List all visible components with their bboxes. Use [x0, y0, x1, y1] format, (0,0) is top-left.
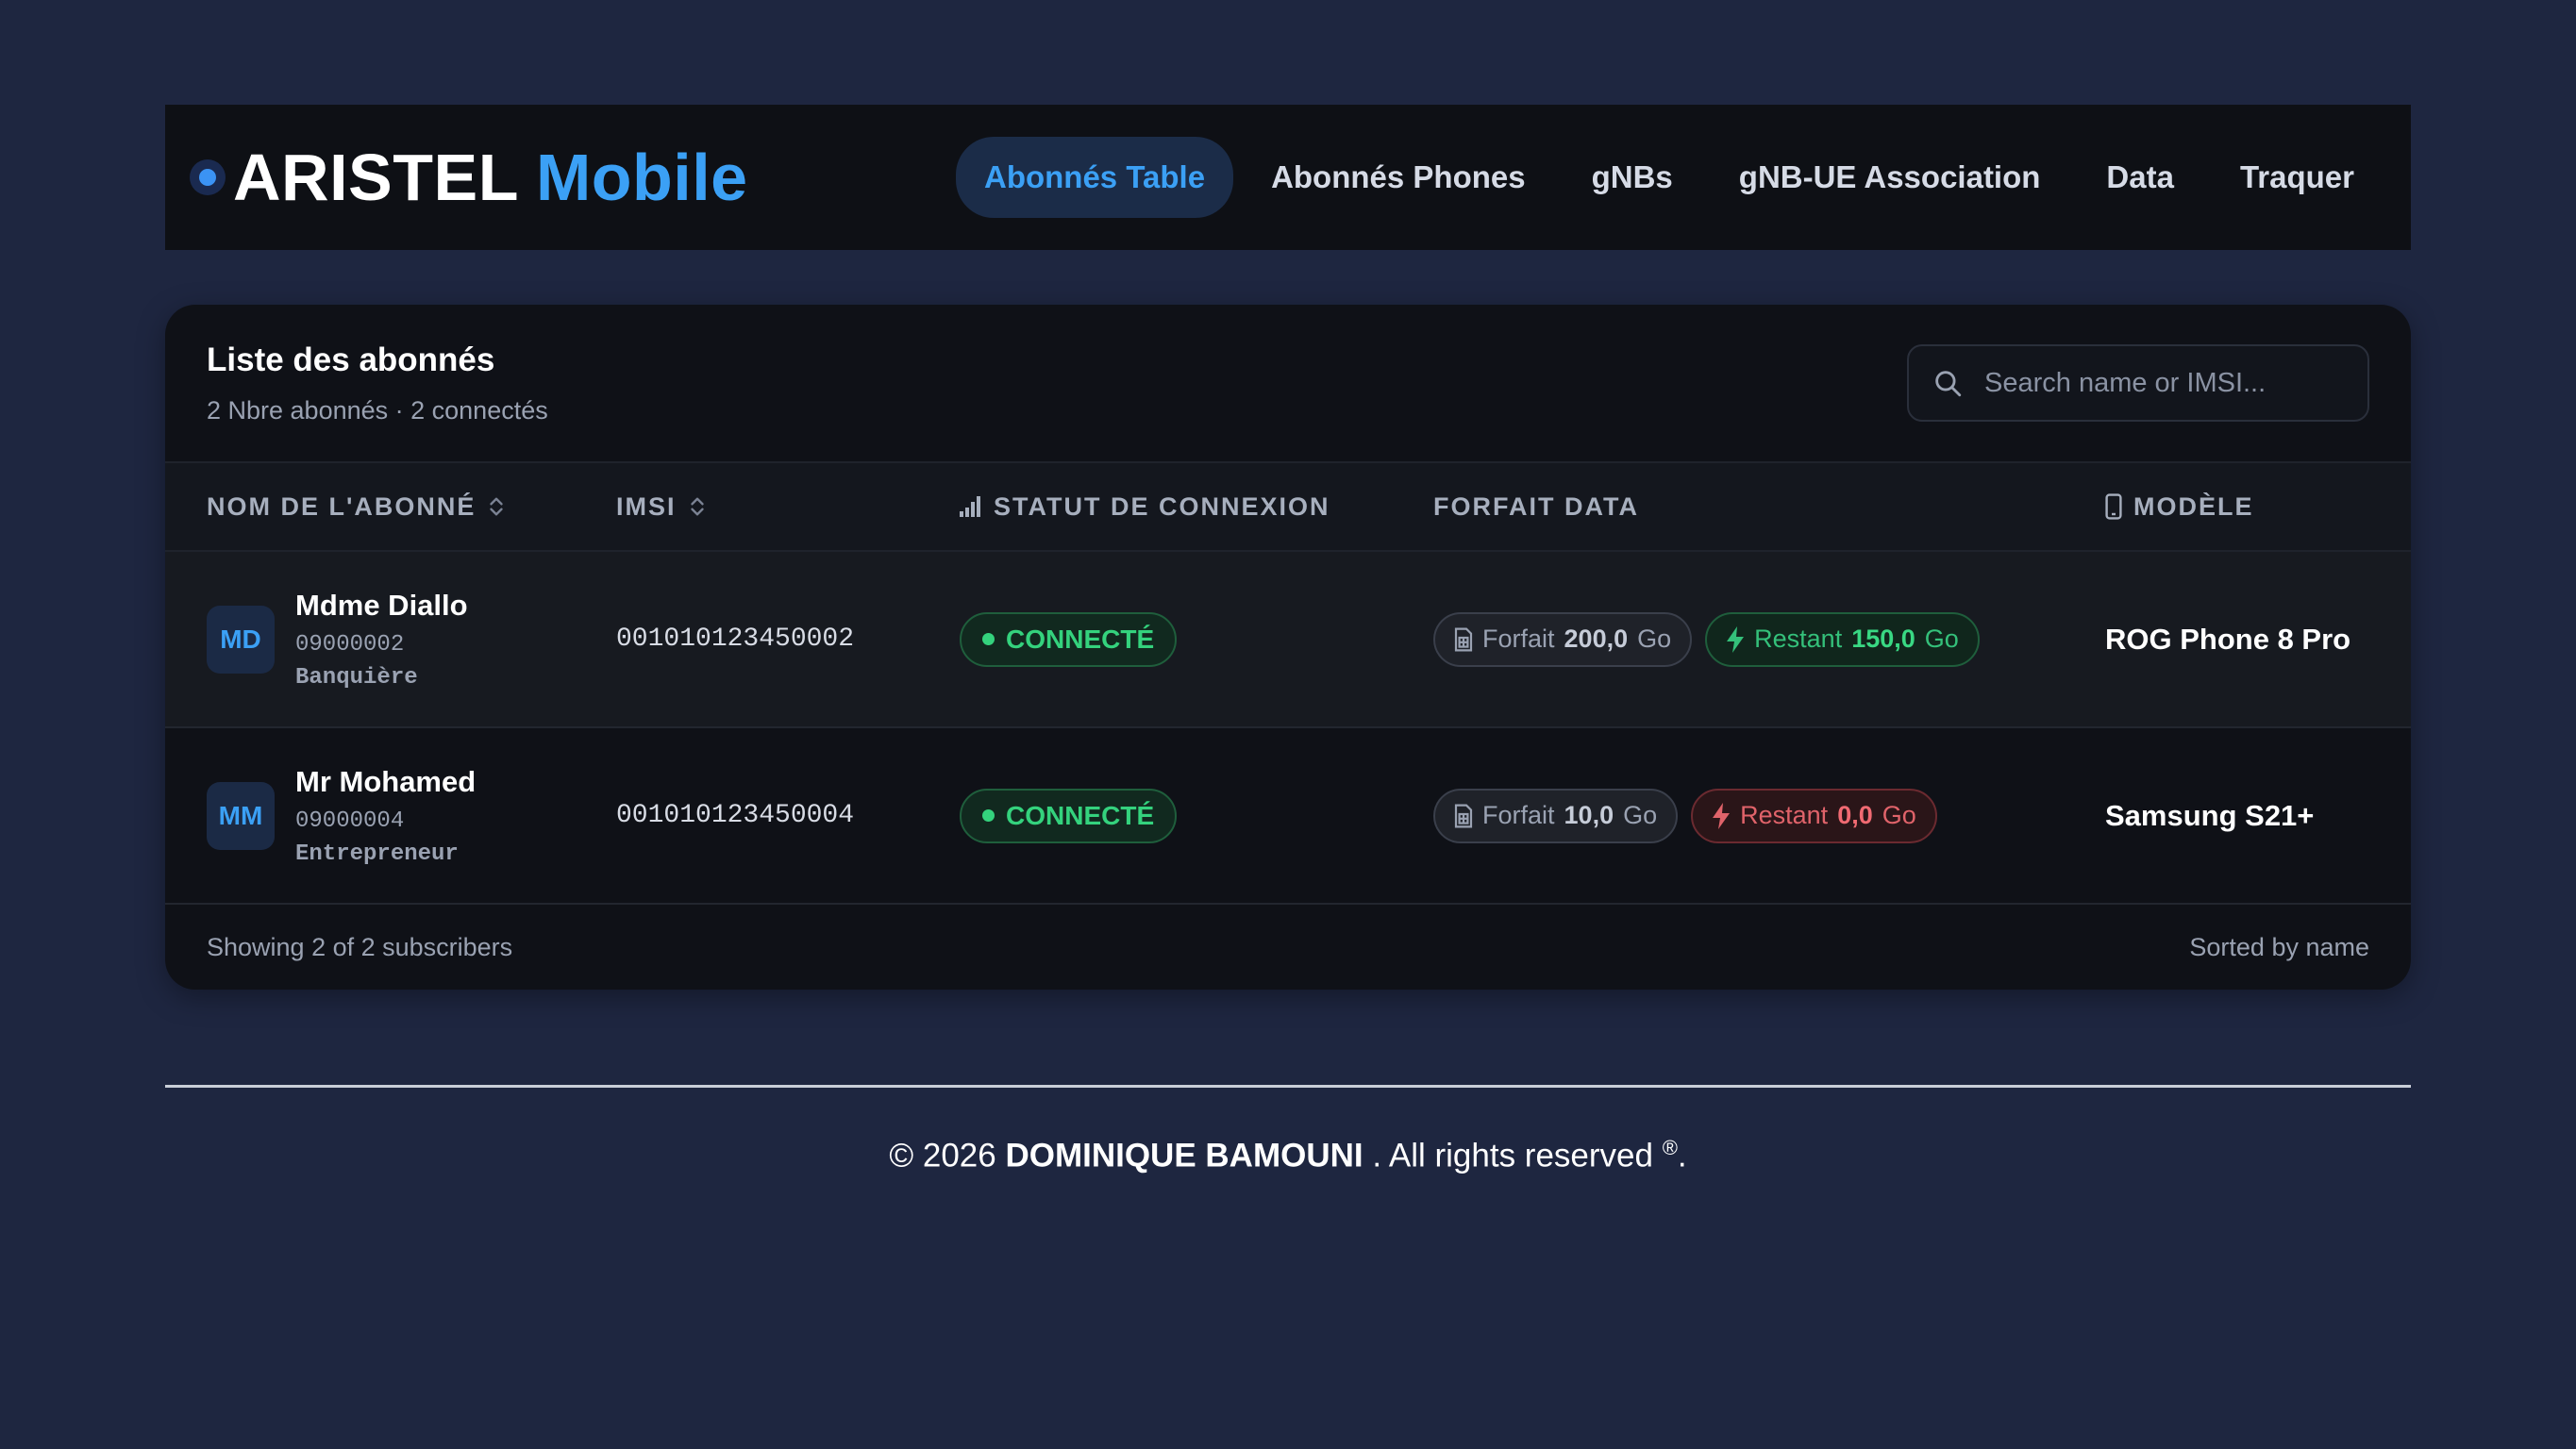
brand-dot-icon [190, 159, 226, 195]
search-icon [1935, 371, 1962, 397]
table-header: NOM DE L'ABONNÉ IMSI STATUT DE CONNEXION… [165, 461, 2411, 552]
imsi-cell: 001010123450002 [616, 552, 854, 726]
plan-value: 10,0 [1564, 801, 1614, 829]
subscriber-job: Entrepreneur [295, 841, 459, 867]
subscribers-card: Liste des abonnés 2 Nbre abonnés · 2 con… [165, 305, 2411, 990]
remaining-value: 150,0 [1851, 625, 1915, 653]
nav-gnb-ue-association[interactable]: gNB-UE Association [1711, 137, 2069, 218]
plan-cell: Forfait 10,0 Go Restant 0,0 Go [1433, 728, 1950, 903]
sort-icon [490, 497, 504, 516]
table-row[interactable]: MM Mr Mohamed 09000004 Entrepreneur 0010… [165, 728, 2411, 905]
device-model: ROG Phone 8 Pro [2105, 622, 2351, 656]
avatar: MM [207, 781, 275, 850]
sim-card-icon [1454, 627, 1473, 651]
plan-unit: Go [1623, 801, 1658, 829]
card-header: Liste des abonnés 2 Nbre abonnés · 2 con… [165, 305, 2411, 461]
copyright-suffix: . All rights reserved [1372, 1137, 1653, 1174]
lightning-icon [1713, 802, 1731, 829]
remaining-unit: Go [1924, 625, 1959, 653]
card-subtitle: 2 Nbre abonnés · 2 connectés [207, 395, 548, 425]
subscriber-name: Mr Mohamed [295, 764, 477, 798]
status-badge: CONNECTÉ [960, 788, 1178, 843]
page-footer: © 2026 DOMINIQUE BAMOUNI . All rights re… [0, 1136, 2576, 1175]
remaining-value: 0,0 [1837, 801, 1873, 829]
th-plan-label: FORFAIT DATA [1433, 491, 1639, 521]
th-model: MODÈLE [2105, 492, 2254, 522]
table-footer: Showing 2 of 2 subscribers Sorted by nam… [165, 905, 2411, 990]
imsi-value: 001010123450002 [616, 625, 855, 654]
status-dot-icon [982, 809, 995, 822]
subscriber-number: 09000004 [295, 808, 405, 834]
subscriber-job: Banquière [295, 664, 418, 691]
th-imsi[interactable]: IMSI [616, 492, 707, 522]
lightning-icon [1727, 625, 1745, 653]
imsi-value: 001010123450004 [616, 801, 855, 830]
status-cell: CONNECTÉ [960, 552, 1178, 726]
remaining-unit: Go [1882, 801, 1916, 829]
showing-count: Showing 2 of 2 subscribers [207, 932, 513, 961]
nav-abonnes-table[interactable]: Abonnés Table [955, 137, 1234, 218]
registered-mark: ® [1662, 1136, 1678, 1159]
plan-label: Forfait [1482, 625, 1555, 653]
th-status: STATUT DE CONNEXION [960, 492, 1330, 522]
sort-indicator: Sorted by name [2189, 932, 2369, 961]
signal-bars-icon [960, 496, 980, 517]
model-cell: Samsung S21+ [2105, 728, 2314, 903]
table-row[interactable]: MD Mdme Diallo 09000002 Banquière 001010… [165, 552, 2411, 728]
th-plan: FORFAIT DATA [1433, 492, 1639, 522]
main-nav: Abonnés Table Abonnés Phones gNBs gNB-UE… [955, 137, 2383, 218]
sim-card-icon [1454, 804, 1473, 827]
model-cell: ROG Phone 8 Pro [2105, 552, 2350, 726]
copyright-end: . [1677, 1137, 1687, 1174]
copyright-prefix: © 2026 [889, 1137, 996, 1174]
remaining-label: Restant [1754, 625, 1843, 653]
remaining-pill: Restant 0,0 Go [1691, 788, 1937, 843]
remaining-pill: Restant 150,0 Go [1705, 611, 1980, 667]
nav-abonnes-phones[interactable]: Abonnés Phones [1243, 137, 1554, 218]
remaining-label: Restant [1740, 801, 1829, 829]
brand-name: ARISTEL [233, 141, 519, 214]
brand-suffix: Mobile [535, 141, 748, 214]
footer-divider [165, 1085, 2411, 1088]
copyright-owner: DOMINIQUE BAMOUNI [1005, 1137, 1363, 1174]
th-imsi-label: IMSI [616, 491, 677, 521]
search-box[interactable] [1907, 344, 2369, 422]
th-name-label: NOM DE L'ABONNÉ [207, 491, 477, 521]
plan-value: 200,0 [1564, 625, 1629, 653]
sort-icon [690, 497, 704, 516]
card-title: Liste des abonnés [207, 341, 495, 378]
imsi-cell: 001010123450004 [616, 728, 854, 903]
th-model-label: MODÈLE [2133, 491, 2254, 521]
brand-logo[interactable]: ARISTEL Mobile [190, 140, 748, 215]
subscriber-name: Mdme Diallo [295, 588, 468, 622]
nav-traquer[interactable]: Traquer [2212, 137, 2383, 218]
status-cell: CONNECTÉ [960, 728, 1178, 903]
status-dot-icon [982, 633, 995, 645]
status-label: CONNECTÉ [1006, 800, 1155, 830]
status-badge: CONNECTÉ [960, 611, 1178, 667]
app-shell: ARISTEL Mobile Abonnés Table Abonnés Pho… [165, 105, 2411, 990]
plan-label: Forfait [1482, 801, 1555, 829]
th-status-label: STATUT DE CONNEXION [994, 491, 1330, 521]
subscriber-cell: MD Mdme Diallo 09000002 Banquière [207, 552, 468, 726]
subscriber-number: 09000002 [295, 631, 405, 658]
top-header: ARISTEL Mobile Abonnés Table Abonnés Pho… [165, 105, 2411, 250]
search-input[interactable] [1982, 366, 2345, 400]
nav-data[interactable]: Data [2078, 137, 2202, 218]
phone-icon [2105, 493, 2122, 520]
plan-cell: Forfait 200,0 Go Restant 150,0 Go [1433, 552, 1993, 726]
th-name[interactable]: NOM DE L'ABONNÉ [207, 492, 506, 522]
status-label: CONNECTÉ [1006, 624, 1155, 654]
avatar: MD [207, 605, 275, 674]
nav-gnbs[interactable]: gNBs [1564, 137, 1701, 218]
plan-pill: Forfait 200,0 Go [1433, 611, 1693, 667]
subscriber-cell: MM Mr Mohamed 09000004 Entrepreneur [207, 728, 476, 903]
plan-pill: Forfait 10,0 Go [1433, 788, 1679, 843]
plan-unit: Go [1637, 625, 1672, 653]
device-model: Samsung S21+ [2105, 798, 2315, 832]
